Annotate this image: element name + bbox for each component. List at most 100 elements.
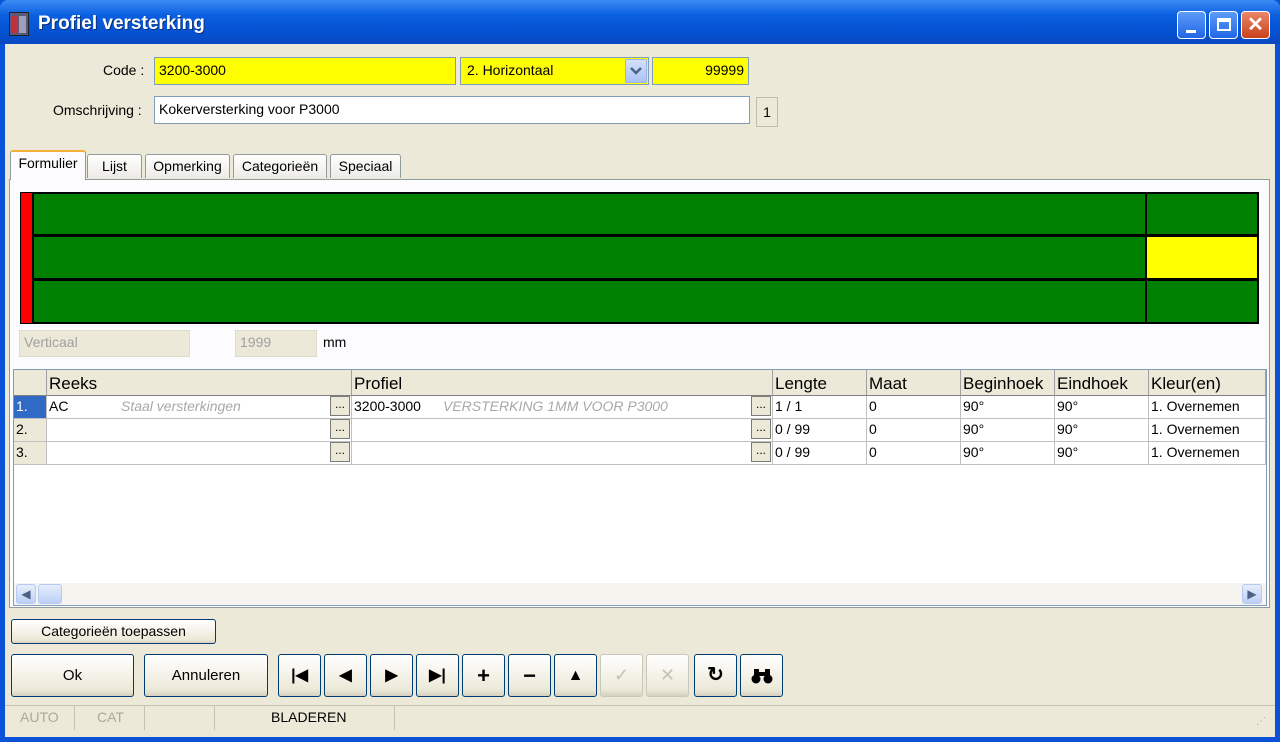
code-field[interactable]: 3200-3000: [154, 57, 456, 85]
column-kleur[interactable]: Kleur(en): [1149, 370, 1266, 396]
cell-reeks[interactable]: ...: [47, 442, 352, 465]
scroll-thumb[interactable]: [38, 584, 62, 604]
reeks-code: AC: [49, 398, 69, 414]
cell-maat[interactable]: 0: [867, 419, 961, 442]
profile-diagram[interactable]: [20, 192, 1259, 324]
diagram-segment-top[interactable]: [32, 192, 1147, 236]
diagram-segment-bottom[interactable]: [32, 279, 1147, 324]
reeks-lookup-button[interactable]: ...: [330, 419, 350, 439]
cell-profiel[interactable]: 3200-3000 VERSTERKING 1MM VOOR P3000 ...: [352, 396, 773, 419]
profiel-lookup-button[interactable]: ...: [751, 442, 771, 462]
reinforcement-grid[interactable]: Reeks Profiel Lengte Maat Beginhoek Eind…: [13, 369, 1267, 606]
close-button[interactable]: ✕: [1241, 11, 1270, 39]
reeks-lookup-button[interactable]: ...: [330, 442, 350, 462]
column-lengte[interactable]: Lengte: [773, 370, 867, 396]
up-button[interactable]: ▲: [554, 654, 597, 697]
next-record-icon: ▶: [385, 667, 398, 684]
cell-beginhoek[interactable]: 90°: [961, 442, 1055, 465]
cancel-edit-button[interactable]: ✕: [646, 654, 689, 697]
diagram-end-top[interactable]: [1145, 192, 1259, 236]
binoculars-icon: [751, 669, 773, 684]
reeks-lookup-button[interactable]: ...: [330, 396, 350, 416]
column-eindhoek[interactable]: Eindhoek: [1055, 370, 1149, 396]
maximize-icon: [1217, 18, 1231, 31]
column-maat[interactable]: Maat: [867, 370, 961, 396]
refresh-button[interactable]: ↻: [694, 654, 737, 697]
cell-reeks[interactable]: ...: [47, 419, 352, 442]
tab-speciaal[interactable]: Speciaal: [330, 154, 401, 178]
search-button[interactable]: [740, 654, 783, 697]
cell-kleur[interactable]: 1. Overnemen: [1149, 419, 1266, 442]
profiel-code: 3200-3000: [354, 398, 421, 414]
cell-eindhoek[interactable]: 90°: [1055, 442, 1149, 465]
ok-button[interactable]: Ok: [11, 654, 134, 697]
cell-profiel[interactable]: ...: [352, 419, 773, 442]
next-record-button[interactable]: ▶: [370, 654, 413, 697]
orientation-dropdown-button[interactable]: [625, 59, 647, 83]
row-header[interactable]: 3.: [14, 442, 47, 465]
horizontal-scrollbar[interactable]: ◀ ▶: [14, 583, 1266, 605]
annuleren-button[interactable]: Annuleren: [144, 654, 268, 697]
status-empty: [145, 706, 215, 730]
cell-kleur[interactable]: 1. Overnemen: [1149, 442, 1266, 465]
diagram-end-bottom[interactable]: [1145, 279, 1259, 324]
confirm-button[interactable]: ✓: [600, 654, 643, 697]
cell-maat[interactable]: 0: [867, 442, 961, 465]
cancel-edit-icon: ✕: [659, 665, 676, 685]
cell-eindhoek[interactable]: 90°: [1055, 419, 1149, 442]
column-reeks[interactable]: Reeks: [47, 370, 352, 396]
chevron-down-icon: [630, 67, 642, 75]
cell-lengte[interactable]: 0 / 99: [773, 442, 867, 465]
profiel-lookup-button[interactable]: ...: [751, 396, 771, 416]
cell-maat[interactable]: 0: [867, 396, 961, 419]
vertical-field: Verticaal: [19, 330, 190, 357]
unit-label: mm: [323, 334, 347, 350]
last-record-button[interactable]: ▶|: [416, 654, 459, 697]
tab-lijst[interactable]: Lijst: [87, 154, 142, 178]
first-record-icon: |◀: [291, 667, 308, 684]
scroll-left-button[interactable]: ◀: [16, 584, 36, 604]
tab-opmerking[interactable]: Opmerking: [145, 154, 230, 178]
close-icon: ✕: [1247, 14, 1264, 36]
orientation-value: 2. Horizontaal: [467, 62, 554, 78]
first-record-button[interactable]: |◀: [278, 654, 321, 697]
cell-beginhoek[interactable]: 90°: [961, 419, 1055, 442]
cell-kleur[interactable]: 1. Overnemen: [1149, 396, 1266, 419]
diagram-segment-middle[interactable]: [32, 235, 1147, 280]
cell-lengte[interactable]: 0 / 99: [773, 419, 867, 442]
refresh-icon: ↻: [707, 664, 724, 686]
title-bar[interactable]: Profiel versterking ✕: [0, 0, 1280, 44]
diagram-end-selected[interactable]: [1145, 235, 1259, 280]
omschrijving-field[interactable]: Kokerversterking voor P3000: [154, 96, 750, 124]
dimension-field: 1999: [235, 330, 317, 357]
add-record-button[interactable]: +: [462, 654, 505, 697]
window-title: Profiel versterking: [38, 13, 205, 34]
categorieen-toepassen-button[interactable]: Categorieën toepassen: [11, 619, 216, 644]
scroll-right-button[interactable]: ▶: [1242, 584, 1262, 604]
profiel-description: VERSTERKING 1MM VOOR P3000: [443, 398, 668, 414]
profiel-lookup-button[interactable]: ...: [751, 419, 771, 439]
cell-profiel[interactable]: ...: [352, 442, 773, 465]
row-header[interactable]: 2.: [14, 419, 47, 442]
arrow-right-icon: ▶: [1247, 587, 1257, 601]
status-mode: BLADEREN: [265, 706, 395, 730]
maximize-button[interactable]: [1209, 11, 1238, 39]
number-field[interactable]: 99999: [652, 57, 749, 85]
last-record-icon: ▶|: [429, 667, 446, 684]
cell-lengte[interactable]: 1 / 1: [773, 396, 867, 419]
resize-grip-icon[interactable]: ⋰: [1256, 716, 1268, 728]
diagram-red-bar: [21, 193, 32, 323]
tab-categorieen[interactable]: Categorieën: [233, 154, 327, 178]
remove-record-button[interactable]: −: [508, 654, 551, 697]
column-beginhoek[interactable]: Beginhoek: [961, 370, 1055, 396]
row-header[interactable]: 1.: [14, 396, 47, 419]
orientation-select[interactable]: 2. Horizontaal: [460, 57, 649, 85]
grid-corner: [14, 370, 47, 396]
minimize-button[interactable]: [1177, 11, 1206, 39]
cell-reeks[interactable]: AC Staal versterkingen ...: [47, 396, 352, 419]
previous-record-button[interactable]: ◀: [324, 654, 367, 697]
tab-formulier[interactable]: Formulier: [10, 150, 86, 180]
cell-eindhoek[interactable]: 90°: [1055, 396, 1149, 419]
column-profiel[interactable]: Profiel: [352, 370, 773, 396]
cell-beginhoek[interactable]: 90°: [961, 396, 1055, 419]
